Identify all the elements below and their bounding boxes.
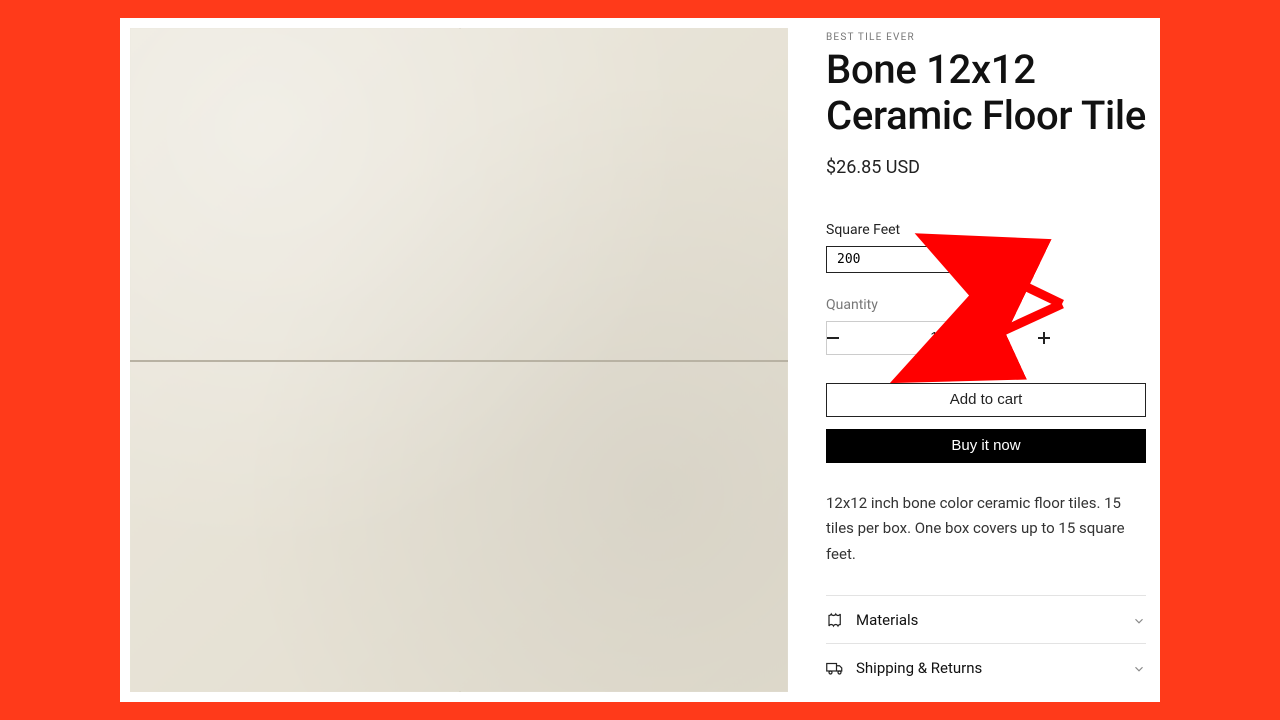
product-accordion: Materials Shipping & Returns [826, 595, 1146, 692]
square-feet-label: Square Feet [826, 222, 1150, 238]
product-description: 12x12 inch bone color ceramic floor tile… [826, 491, 1136, 568]
quantity-label: Quantity [826, 297, 1150, 313]
accordion-materials[interactable]: Materials [826, 596, 1146, 644]
accordion-shipping-label: Shipping & Returns [856, 659, 1120, 677]
product-title: Bone 12x12 Ceramic Floor Tile [826, 47, 1150, 139]
product-info-panel: BEST TILE EVER Bone 12x12 Ceramic Floor … [788, 28, 1150, 692]
product-price: $26.85 USD [826, 157, 1150, 178]
leather-icon [826, 611, 844, 629]
quantity-stepper [826, 321, 958, 355]
square-feet-input[interactable] [826, 246, 986, 273]
add-to-cart-button[interactable]: Add to cart [826, 383, 1146, 417]
vendor-label: BEST TILE EVER [826, 32, 1150, 43]
accordion-shipping[interactable]: Shipping & Returns [826, 644, 1146, 692]
product-image [130, 28, 788, 692]
minus-icon [827, 337, 839, 339]
quantity-input[interactable] [839, 322, 1038, 354]
chevron-down-icon [1132, 661, 1146, 675]
chevron-down-icon [1132, 613, 1146, 627]
truck-icon [826, 659, 844, 677]
tile-texture [130, 28, 788, 692]
quantity-increase-button[interactable] [1038, 322, 1050, 354]
plus-icon [1038, 332, 1050, 344]
accordion-materials-label: Materials [856, 611, 1120, 629]
product-page-card: BEST TILE EVER Bone 12x12 Ceramic Floor … [120, 18, 1160, 702]
buy-it-now-button[interactable]: Buy it now [826, 429, 1146, 463]
quantity-decrease-button[interactable] [827, 322, 839, 354]
